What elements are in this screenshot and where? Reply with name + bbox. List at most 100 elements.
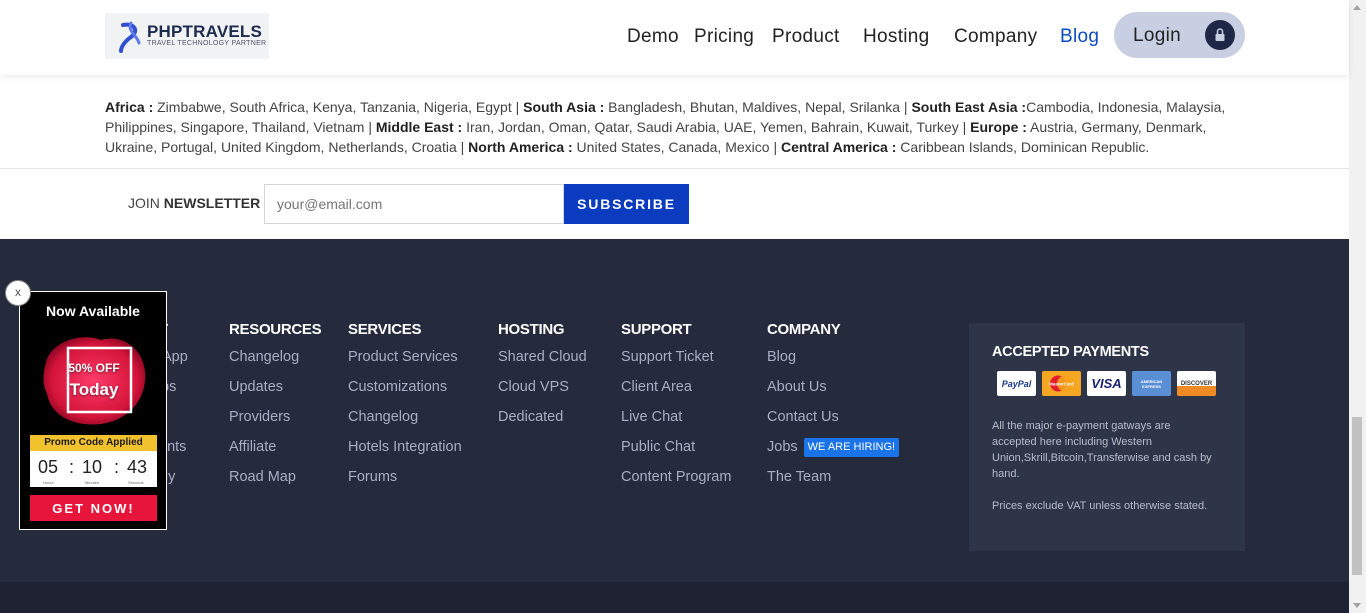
accepted-payments-panel: ACCEPTED PAYMENTS PayPal MasterCard VISA… — [969, 323, 1245, 551]
site-header: PHPTRAVELS TRAVEL TECHNOLOGY PARTNER Dem… — [0, 0, 1349, 75]
region-countries: United States, Canada, Mexico | — [572, 139, 781, 155]
countdown-timer: 05 : 10 : 43 Hours Minutes Seconds — [30, 451, 157, 487]
nav-blog[interactable]: Blog — [1060, 26, 1099, 48]
payments-text-1: All the major e-payment gatways are acce… — [992, 420, 1212, 480]
column-heading: COMPANY — [767, 321, 841, 338]
footer-link[interactable]: Changelog — [348, 407, 462, 437]
timer-separator: : — [69, 457, 75, 477]
logo-tagline: TRAVEL TECHNOLOGY PARTNER — [147, 40, 267, 47]
region-name: North America : — [468, 139, 573, 155]
footer-link[interactable]: Road Map — [229, 467, 321, 497]
mastercard-icon: MasterCard — [1042, 371, 1081, 396]
timer-minutes-label: Minutes — [85, 480, 100, 485]
amex-icon: AMERICAN EXPRESS — [1132, 371, 1171, 396]
site-logo[interactable]: PHPTRAVELS TRAVEL TECHNOLOGY PARTNER — [105, 13, 269, 59]
footer-link-jobs[interactable]: Jobs — [767, 439, 798, 455]
timer-separator: : — [114, 457, 120, 477]
logo-brand: PHPTRAVELS — [147, 22, 263, 41]
nav-demo[interactable]: Demo — [627, 26, 679, 48]
footer-column-hosting: HOSTING Shared Cloud Cloud VPS Dedicated — [498, 321, 587, 437]
region-countries: Bangladesh, Bhutan, Maldives, Nepal, Sri… — [604, 99, 912, 115]
footer-link[interactable]: Shared Cloud — [498, 347, 587, 377]
footer-link[interactable]: Client Area — [621, 377, 731, 407]
footer-link[interactable]: Forums — [348, 467, 462, 497]
discover-icon: DISCOVER — [1177, 371, 1216, 396]
footer-link[interactable]: Live Chat — [621, 407, 731, 437]
footer-link[interactable]: Contact Us — [767, 407, 899, 437]
timer-minutes: 10 — [82, 457, 103, 477]
promo-popup[interactable]: Now Available 50% OFF Today Promo Code A… — [19, 291, 167, 530]
nav-hosting[interactable]: Hosting — [863, 26, 930, 48]
footer-jobs-row: Jobs WE ARE HIRING! — [767, 437, 900, 467]
login-label: Login — [1133, 25, 1181, 46]
lock-icon — [1205, 20, 1235, 50]
region-name: South Asia : — [523, 99, 605, 115]
nav-company[interactable]: Company — [954, 26, 1037, 48]
scrollbar-thumb[interactable] — [1352, 417, 1362, 575]
timer-hours: 05 — [38, 457, 59, 477]
visa-icon: VISA — [1087, 371, 1126, 396]
newsletter-email-input[interactable] — [264, 184, 564, 224]
region-name: Europe : — [970, 119, 1027, 135]
footer-column-resources: RESOURCES Changelog Updates Providers Af… — [229, 321, 322, 497]
column-heading: SERVICES — [348, 321, 422, 338]
footer-link[interactable]: Dedicated — [498, 407, 587, 437]
footer-link[interactable]: Support Ticket — [621, 347, 731, 377]
region-name: Middle East : — [375, 119, 463, 135]
footer-link[interactable]: Affiliate — [229, 437, 321, 467]
timer-seconds-label: Seconds — [128, 480, 144, 485]
newsletter-label: JOIN NEWSLETTER — [128, 195, 260, 211]
footer-column-company: COMPANY Blog About Us Contact Us Jobs WE… — [767, 321, 900, 497]
region-name: South East Asia : — [911, 99, 1027, 115]
footer-link[interactable]: Cloud VPS — [498, 377, 587, 407]
newsletter-label-bold: NEWSLETTER — [163, 195, 261, 211]
promo-today: Today — [69, 380, 119, 399]
promo-close-button[interactable]: x — [5, 280, 31, 306]
column-heading: SUPPORT — [621, 321, 692, 338]
footer-link[interactable]: Public Chat — [621, 437, 731, 467]
payments-text-2: Prices exclude VAT unless otherwise stat… — [992, 500, 1208, 512]
footer-link[interactable]: The Team — [767, 467, 899, 497]
region-countries: Caribbean Islands, Dominican Republic. — [896, 139, 1150, 155]
nav-pricing[interactable]: Pricing — [694, 26, 754, 48]
footer-link[interactable]: Product Services — [348, 347, 462, 377]
timer-seconds: 43 — [127, 457, 148, 477]
timer-hours-label: Hours — [43, 480, 54, 485]
footer-link[interactable]: Content Program — [621, 467, 731, 497]
promo-title: Now Available — [46, 303, 140, 319]
footer-column-support: SUPPORT Support Ticket Client Area Live … — [621, 321, 731, 497]
get-now-button[interactable]: GET NOW! — [30, 495, 157, 521]
scroll-down-icon[interactable] — [1353, 603, 1361, 608]
divider — [0, 168, 1349, 169]
footer-bottom-bar — [0, 582, 1349, 613]
region-countries: Zimbabwe, South Africa, Kenya, Tanzania,… — [153, 99, 524, 115]
paypal-icon: PayPal — [997, 371, 1036, 396]
column-heading: HOSTING — [498, 321, 565, 338]
region-name: Africa : — [105, 99, 154, 115]
region-countries: Iran, Jordan, Oman, Qatar, Saudi Arabia,… — [462, 119, 971, 135]
mastercard-label: MasterCard — [1049, 382, 1074, 387]
countries-list: Africa : Zimbabwe, South Africa, Kenya, … — [105, 97, 1255, 157]
nav-product[interactable]: Product — [772, 26, 840, 48]
logo-mark-icon — [119, 21, 141, 53]
scroll-up-icon[interactable] — [1353, 5, 1361, 10]
payments-description: All the major e-payment gatways are acce… — [992, 418, 1217, 514]
footer-link[interactable]: Hotels Integration — [348, 437, 462, 467]
footer-link[interactable]: Changelog — [229, 347, 321, 377]
page-scrollbar[interactable] — [1349, 0, 1366, 613]
footer-link[interactable]: Customizations — [348, 377, 462, 407]
promo-code-label: Promo Code Applied — [30, 435, 157, 451]
column-heading: RESOURCES — [229, 321, 322, 338]
footer-column-services: SERVICES Product Services Customizations… — [348, 321, 462, 497]
footer-link[interactable]: Blog — [767, 347, 899, 377]
footer-link[interactable]: Providers — [229, 407, 321, 437]
footer-link[interactable]: Updates — [229, 377, 321, 407]
newsletter-label-pre: JOIN — [128, 195, 164, 211]
footer-link[interactable]: About Us — [767, 377, 899, 407]
subscribe-button[interactable]: SUBSCRIBE — [564, 184, 689, 224]
login-button[interactable]: Login — [1114, 12, 1245, 58]
region-name: Central America : — [780, 139, 897, 155]
promo-discount: 50% OFF — [68, 361, 120, 375]
hiring-badge[interactable]: WE ARE HIRING! — [803, 438, 900, 457]
payments-heading: ACCEPTED PAYMENTS — [992, 344, 1149, 360]
